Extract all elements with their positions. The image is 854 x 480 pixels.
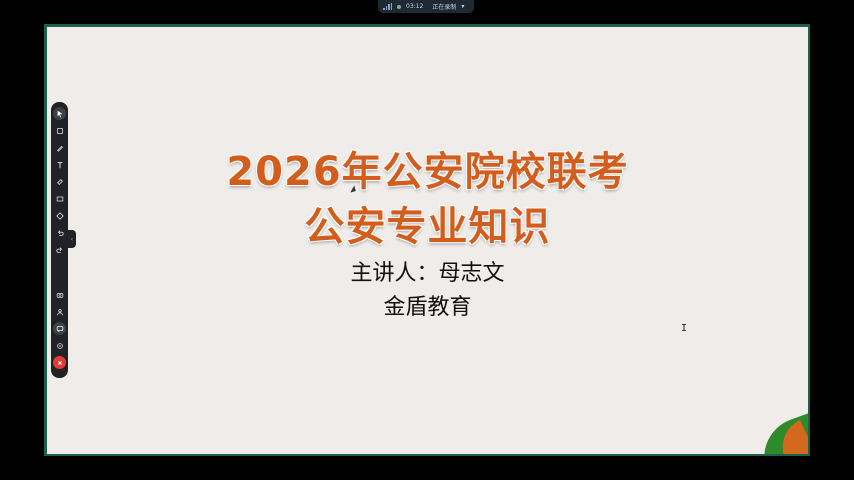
shape-icon[interactable]: [53, 209, 66, 222]
recording-timer: 03:12: [406, 3, 424, 10]
toolbar-collapse-tab[interactable]: ‹: [68, 230, 76, 248]
eraser-icon[interactable]: [53, 175, 66, 188]
speaker-name: 主讲人：母志文: [350, 261, 505, 286]
organization-name: 金盾教育: [383, 295, 472, 320]
chat-icon[interactable]: [53, 322, 66, 335]
recording-indicator[interactable]: 03:12 正在录制 ▾: [378, 0, 474, 13]
signal-icon: [383, 3, 392, 10]
text-cursor-icon: I: [681, 323, 688, 334]
redo-icon[interactable]: [53, 243, 66, 256]
undo-icon[interactable]: [53, 226, 66, 239]
close-icon[interactable]: [53, 356, 66, 369]
annotation-toolbar: [51, 102, 68, 378]
person-icon[interactable]: [53, 305, 66, 318]
bottom-bar: [0, 456, 854, 480]
chevron-down-icon[interactable]: ▾: [461, 3, 464, 10]
text-icon[interactable]: [53, 158, 66, 171]
crop-icon[interactable]: [53, 124, 66, 137]
slide-title-line1: 2026年公安院校联考: [226, 149, 629, 195]
pen-icon[interactable]: [53, 141, 66, 154]
rectangle-icon[interactable]: [53, 192, 66, 205]
presentation-slide: · 2026年公安院校联考 公安专业知识 主讲人：母志文 金盾教育: [47, 27, 808, 454]
top-bar: 03:12 正在录制 ▾: [0, 0, 854, 24]
camera-icon[interactable]: [53, 288, 66, 301]
recording-status: 正在录制: [432, 4, 457, 11]
select-icon[interactable]: [53, 107, 66, 120]
watermark: ·: [86, 46, 90, 55]
settings-icon[interactable]: [53, 339, 66, 352]
recording-dot-icon: [397, 4, 401, 9]
slide-title-line2: 公安专业知识: [304, 204, 551, 250]
